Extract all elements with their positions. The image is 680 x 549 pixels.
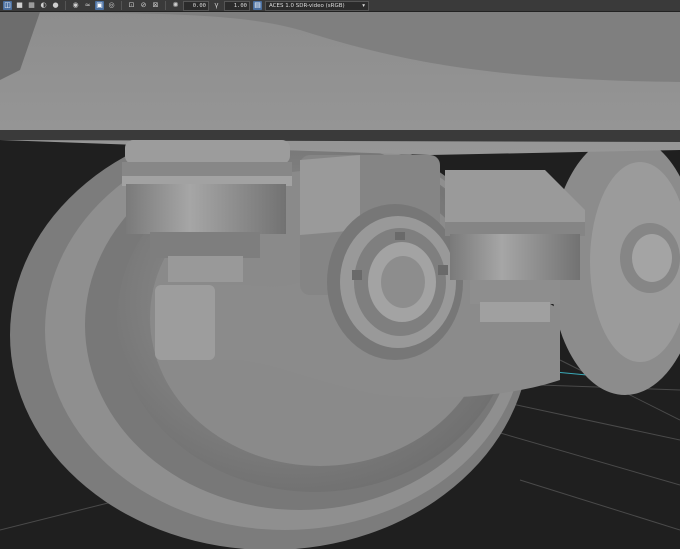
toolbar-divider — [65, 1, 66, 10]
axle-bearing — [327, 204, 463, 360]
chevron-down-icon: ▾ — [362, 2, 365, 9]
exposure-icon[interactable]: ✺ — [171, 1, 180, 10]
ambient-occlusion-icon[interactable]: ◉ — [71, 1, 80, 10]
color-space-label: ACES 1.0 SDR-video (sRGB) — [269, 2, 345, 9]
wireframe-shade-icon[interactable]: ◫ — [3, 1, 12, 10]
textured-icon[interactable]: ▦ — [27, 1, 36, 10]
3d-viewport[interactable] — [0, 0, 680, 549]
xray-icon[interactable]: ⊘ — [139, 1, 148, 10]
isolate-icon[interactable]: ⊡ — [127, 1, 136, 10]
motion-blur-icon[interactable]: ≈ — [83, 1, 92, 10]
anti-alias-icon[interactable]: ▣ — [95, 1, 104, 10]
exposure-field[interactable]: 0.00 — [183, 0, 209, 11]
smooth-shade-icon[interactable]: ■ — [15, 1, 24, 10]
toolbar-divider — [165, 1, 166, 10]
shadows-icon[interactable]: ● — [51, 1, 60, 10]
color-management-icon[interactable]: ▤ — [253, 1, 262, 10]
toolbar-divider — [121, 1, 122, 10]
viewport-toolbar: ◫ ■ ▦ ◐ ● ◉ ≈ ▣ ◎ ⊡ ⊘ ⊠ ✺ 0.00 γ 1.00 ▤ … — [0, 0, 680, 12]
bogie-frame — [0, 12, 680, 155]
gamma-icon[interactable]: γ — [212, 1, 221, 10]
depth-of-field-icon[interactable]: ◎ — [107, 1, 116, 10]
gamma-field[interactable]: 1.00 — [224, 0, 250, 11]
lighting-icon[interactable]: ◐ — [39, 1, 48, 10]
backface-icon[interactable]: ⊠ — [151, 1, 160, 10]
color-space-dropdown[interactable]: ACES 1.0 SDR-video (sRGB) ▾ — [265, 0, 369, 11]
